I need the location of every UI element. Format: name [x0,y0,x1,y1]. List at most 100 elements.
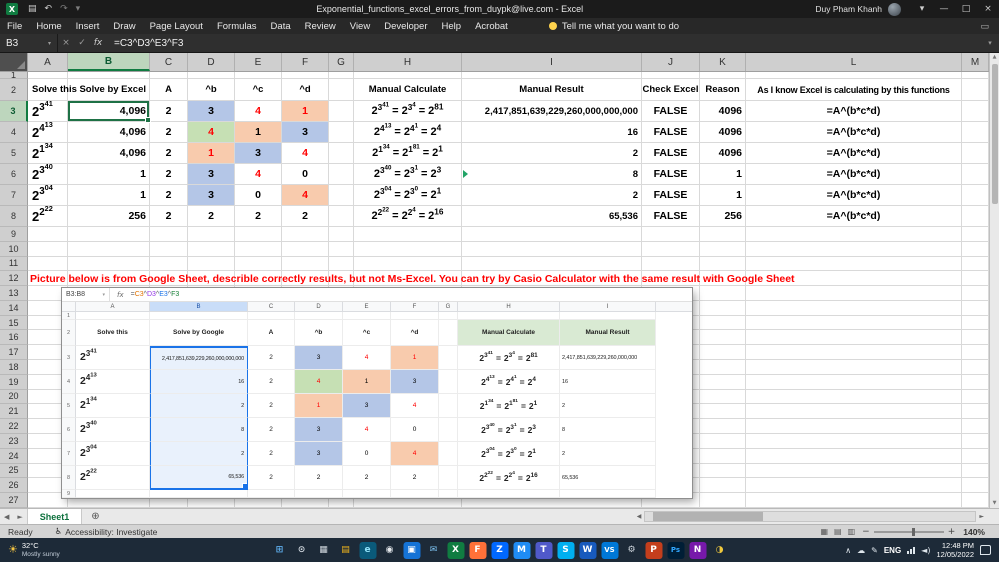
cell-J1[interactable] [642,72,700,79]
row-header-5[interactable]: 5 [0,143,28,164]
cell-J9[interactable] [642,227,700,242]
cell-L26[interactable] [746,478,962,494]
cell-D7[interactable]: 3 [188,185,235,206]
taskbar-skype-icon[interactable]: S [557,541,574,559]
cell-L11[interactable] [746,256,962,272]
cell-K22[interactable] [700,419,746,434]
cell-A4[interactable]: 2413 [28,121,68,143]
cell-C11[interactable] [150,256,188,272]
cell-K24[interactable] [700,448,746,464]
ribbon-tab-page-layout[interactable]: Page Layout [143,21,210,32]
undo-icon[interactable]: ↶ [45,4,53,14]
cell-K4[interactable]: 4096 [700,122,746,143]
taskbar-word-icon[interactable]: W [579,541,596,559]
formula-input[interactable]: =C3^D3^E3^F3 [106,38,981,49]
taskbar-mail-icon[interactable]: ✉ [425,542,442,559]
cell-D1[interactable] [188,72,235,79]
cell-M26[interactable] [962,478,989,494]
cell-H2[interactable]: Manual Calculate [354,79,462,101]
row-header-1[interactable]: 1 [0,72,28,79]
taskbar-vscode-icon[interactable]: VS [601,541,618,559]
cell-B1[interactable] [68,72,150,79]
new-sheet-icon[interactable]: ⊕ [91,511,99,522]
row-header-8[interactable]: 8 [0,206,28,227]
cell-D11[interactable] [188,256,235,272]
row-header-4[interactable]: 4 [0,122,28,143]
row-header-27[interactable]: 27 [0,493,28,508]
taskbar-start-icon[interactable]: ⊞ [271,542,288,559]
cell-C3[interactable]: 2 [150,101,188,122]
save-icon[interactable]: ▤ [28,4,37,14]
cell-L1[interactable] [746,72,962,79]
cell-L21[interactable] [746,404,962,420]
name-box[interactable]: B3 ▾ [0,34,58,52]
cell-E3[interactable]: 4 [235,101,282,122]
cell-M23[interactable] [962,433,989,449]
column-header-M[interactable]: M [962,53,989,71]
cell-H12[interactable] [354,271,462,287]
row-header-25[interactable]: 25 [0,463,28,479]
cell-L15[interactable] [746,315,962,331]
cell-H9[interactable] [354,227,462,242]
row-header-24[interactable]: 24 [0,448,28,464]
cell-C1[interactable] [150,72,188,79]
cell-M14[interactable] [962,300,989,316]
cell-J6[interactable]: FALSE [642,164,700,185]
cell-K18[interactable] [700,360,746,375]
enter-icon[interactable]: ✓ [74,38,90,48]
cell-M25[interactable] [962,463,989,479]
cell-H1[interactable] [354,72,462,79]
zoom-out-icon[interactable]: − [862,527,870,537]
column-header-B[interactable]: B [68,53,150,71]
cell-F2[interactable]: ^d [282,79,329,101]
cell-M2[interactable] [962,79,989,101]
cell-L18[interactable] [746,360,962,375]
cell-L27[interactable] [746,493,962,508]
tray-chevron-icon[interactable]: ∧ [845,546,851,555]
cell-B4[interactable]: 4,096 [68,122,150,143]
taskbar-task-view-icon[interactable]: ▦ [315,542,332,559]
cell-K11[interactable] [700,256,746,272]
cell-M11[interactable] [962,256,989,272]
taskbar-excel-icon[interactable]: X [447,541,464,559]
cell-K20[interactable] [700,389,746,405]
cell-J3[interactable]: FALSE [642,101,700,122]
cell-H4[interactable]: 2413= 241= 24 [354,122,462,143]
cell-L20[interactable] [746,389,962,405]
taskbar-search-icon[interactable]: ⊙ [293,542,310,559]
cell-J10[interactable] [642,241,700,257]
cell-F1[interactable] [282,72,329,79]
cell-C2[interactable]: A [150,79,188,101]
taskbar-powerpoint-icon[interactable]: P [645,541,662,559]
cell-K5[interactable]: 4096 [700,143,746,164]
cell-M18[interactable] [962,360,989,375]
cell-K16[interactable] [700,330,746,346]
cell-F7[interactable]: 4 [282,185,329,206]
ribbon-tab-developer[interactable]: Developer [377,21,434,32]
cell-A7[interactable]: 2304 [28,184,68,206]
cell-L12[interactable] [746,271,962,287]
clock[interactable]: 12:48 PM 12/05/2022 [936,541,974,559]
cell-I8[interactable]: 65,536 [462,206,642,227]
network-icon[interactable] [907,546,916,554]
cell-D10[interactable] [188,241,235,257]
cell-M3[interactable] [962,101,989,122]
cell-G8[interactable] [329,206,354,227]
cell-M20[interactable] [962,389,989,405]
zoom-slider[interactable] [873,527,944,536]
cell-G2[interactable] [329,79,354,101]
cell-E11[interactable] [235,256,282,272]
cell-A11[interactable] [28,256,68,272]
ribbon-tab-formulas[interactable]: Formulas [210,21,264,32]
column-header-H[interactable]: H [354,53,462,71]
cell-A1[interactable] [28,72,68,79]
ribbon-tab-acrobat[interactable]: Acrobat [468,21,515,32]
cell-E7[interactable]: 0 [235,185,282,206]
row-header-15[interactable]: 15 [0,315,28,331]
cell-H8[interactable]: 2222= 224= 216 [354,206,462,227]
cell-J5[interactable]: FALSE [642,143,700,164]
cell-D5[interactable]: 1 [188,143,235,164]
fill-handle[interactable] [145,117,151,123]
row-header-22[interactable]: 22 [0,419,28,434]
quick-access-caret-icon[interactable]: ▾ [76,4,81,14]
